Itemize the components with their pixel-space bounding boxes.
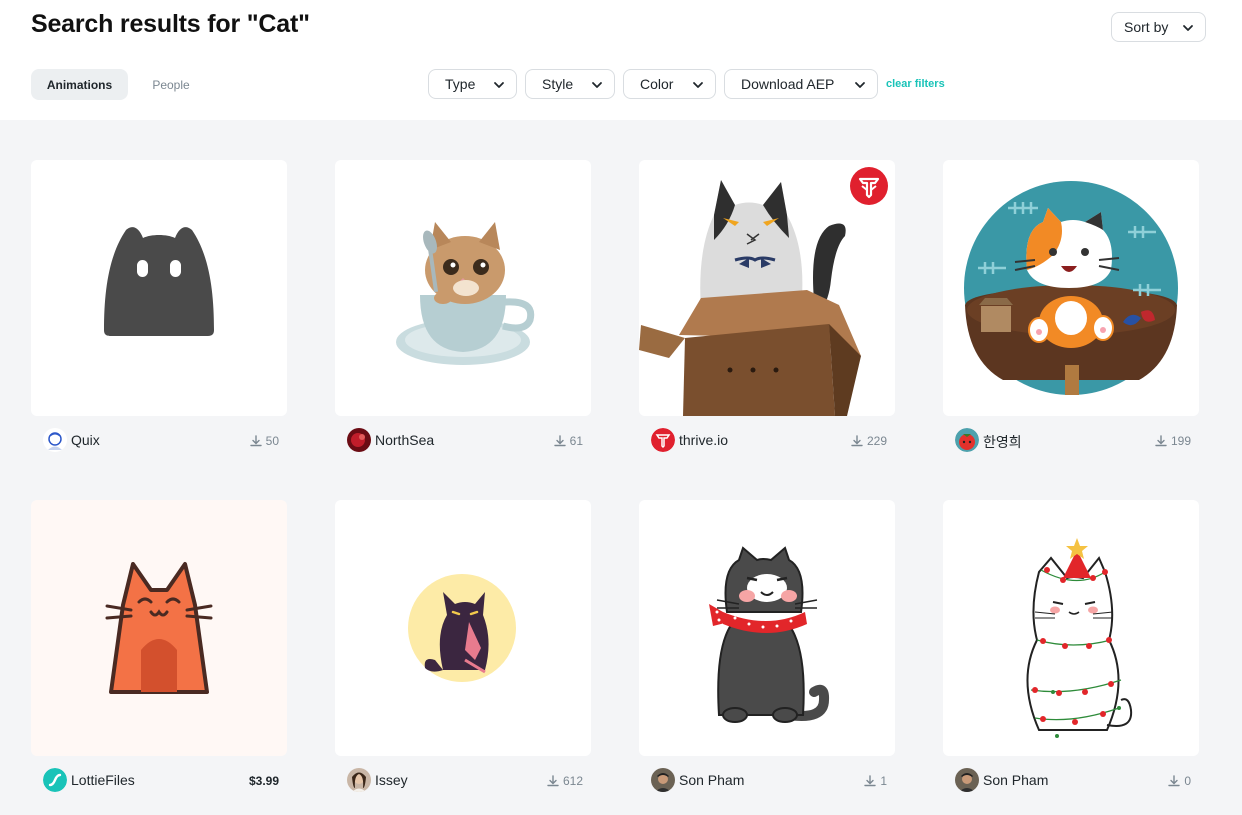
sort-by-button[interactable]: Sort by [1111, 12, 1206, 42]
card-meta: thrive.io 229 [639, 427, 895, 455]
chevron-down-icon [853, 78, 867, 92]
orange-cat-house-icon [105, 562, 213, 694]
animation-card[interactable] [639, 500, 895, 756]
chevron-down-icon [1181, 21, 1195, 35]
author-name[interactable]: Quix [71, 432, 100, 448]
page-header: Search results for "Cat" Sort by Animati… [0, 0, 1242, 120]
color-filter-dropdown[interactable]: Color [623, 69, 716, 99]
card-meta: LottieFiles $3.99 [31, 767, 287, 795]
download-count-value: 612 [562, 774, 583, 788]
tab-people[interactable]: People [140, 69, 202, 100]
type-filter-label: Type [445, 76, 476, 92]
animation-card[interactable] [31, 500, 287, 756]
tab-animations[interactable]: Animations [31, 69, 128, 100]
chevron-down-icon [492, 78, 506, 92]
card-meta: NorthSea 61 [335, 427, 591, 455]
kitten-in-teacup-icon [396, 222, 535, 365]
author-name[interactable]: Son Pham [679, 772, 744, 788]
chevron-down-icon [590, 78, 604, 92]
download-count-value: 229 [866, 434, 887, 448]
dark-gray-cat-head-icon [104, 227, 214, 336]
download-icon [553, 435, 566, 447]
page-title: Search results for "Cat" [31, 10, 310, 38]
type-filter-dropdown[interactable]: Type [428, 69, 517, 99]
author-name[interactable]: LottieFiles [71, 772, 135, 788]
card-meta: Son Pham 1 [639, 767, 895, 795]
tab-animations-label: Animations [46, 77, 113, 92]
download-aep-filter-dropdown[interactable]: Download AEP [724, 69, 878, 99]
animation-card[interactable] [943, 500, 1199, 756]
tab-people-label: People [152, 77, 190, 92]
animation-card[interactable] [335, 160, 591, 416]
author-name[interactable]: thrive.io [679, 432, 728, 448]
download-icon [1168, 775, 1181, 787]
avatar[interactable] [955, 768, 979, 792]
avatar[interactable] [651, 428, 675, 452]
animation-card[interactable] [31, 160, 287, 416]
gray-cat-red-scarf-icon [709, 546, 830, 723]
download-count: 1 [864, 774, 887, 788]
download-aep-filter-label: Download AEP [741, 76, 835, 92]
animation-card[interactable] [639, 160, 895, 416]
avatar[interactable] [955, 428, 979, 452]
download-icon [851, 435, 863, 447]
purple-cat-in-yellow-circle-icon [408, 574, 516, 682]
download-count-value: 199 [1170, 434, 1191, 448]
download-count: 612 [547, 774, 583, 788]
download-count: 0 [1168, 774, 1191, 788]
download-count-value: 0 [1184, 774, 1191, 788]
card-meta: 한영희 199 [943, 427, 1199, 455]
download-count-value: 50 [265, 434, 279, 448]
download-count-value: 61 [569, 434, 583, 448]
animation-card[interactable] [335, 500, 591, 756]
card-meta: Quix 50 [31, 427, 287, 455]
avatar[interactable] [43, 428, 67, 452]
style-filter-label: Style [542, 76, 574, 92]
clear-filters-link[interactable]: clear filters [886, 78, 945, 90]
author-name[interactable]: Son Pham [983, 772, 1048, 788]
style-filter-dropdown[interactable]: Style [525, 69, 615, 99]
author-name[interactable]: 한영희 [983, 432, 1022, 452]
download-icon [249, 435, 262, 447]
card-meta: Son Pham 0 [943, 767, 1199, 795]
download-count: 229 [851, 434, 887, 448]
price-label: $3.99 [248, 774, 279, 788]
avatar[interactable] [347, 768, 371, 792]
sort-by-label: Sort by [1124, 19, 1169, 35]
download-icon [864, 775, 877, 787]
christmas-cat-lights-icon [1026, 538, 1133, 738]
color-filter-label: Color [640, 76, 674, 92]
download-icon [547, 775, 559, 787]
avatar[interactable] [43, 768, 67, 792]
download-icon [1155, 435, 1167, 447]
download-count-value: 1 [880, 774, 887, 788]
thrive-logo-badge-icon [850, 167, 888, 205]
chevron-down-icon [691, 78, 705, 92]
download-count: 61 [553, 434, 583, 448]
orange-calico-cat-icon [964, 181, 1178, 395]
card-meta: Issey 612 [335, 767, 591, 795]
download-count: 50 [249, 434, 279, 448]
download-count: 199 [1155, 434, 1191, 448]
animation-card[interactable] [943, 160, 1199, 416]
author-name[interactable]: NorthSea [375, 432, 434, 448]
avatar[interactable] [651, 768, 675, 792]
author-name[interactable]: Issey [375, 772, 408, 788]
avatar[interactable] [347, 428, 371, 452]
